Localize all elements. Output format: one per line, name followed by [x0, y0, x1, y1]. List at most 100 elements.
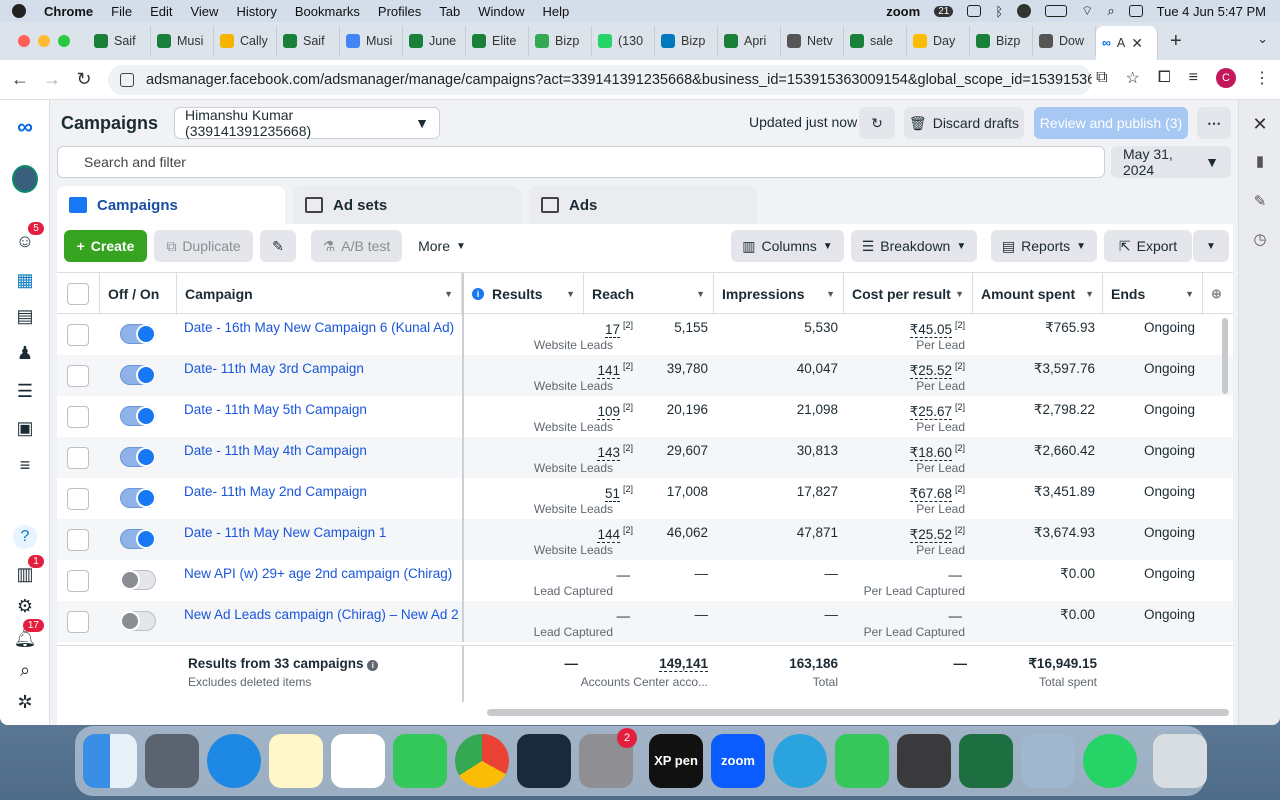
browser-tab[interactable]: sale — [844, 26, 907, 56]
results-number[interactable]: 141 — [597, 362, 620, 379]
horizontal-scrollbar[interactable] — [487, 709, 1229, 716]
finder-icon[interactable] — [83, 734, 137, 788]
browser-tab[interactable]: Day — [907, 26, 970, 56]
info-icon[interactable]: i — [367, 660, 379, 671]
header-add-column[interactable]: ⊕ — [1203, 273, 1233, 315]
header-amount-spent[interactable]: Amount spent ▼ — [973, 273, 1103, 315]
sort-icon[interactable]: ▼ — [1085, 289, 1094, 299]
results-number[interactable]: — — [617, 568, 631, 583]
launchpad-icon[interactable] — [145, 734, 199, 788]
account-avatar[interactable] — [12, 165, 38, 193]
date-range-picker[interactable]: May 31, 2024 ▼ — [1111, 146, 1231, 178]
nav-audiences-icon[interactable]: ♟ — [12, 340, 38, 366]
menu-view[interactable]: View — [190, 4, 218, 19]
menu-tab[interactable]: Tab — [439, 4, 460, 19]
row-checkbox[interactable] — [67, 611, 89, 633]
xppen-status-icon[interactable] — [967, 5, 982, 17]
nav-inbox-icon[interactable]: ▥ 1 — [12, 555, 44, 587]
table-row[interactable]: Date- 11th May 3rd Campaign 141 [2] Websi… — [57, 355, 1233, 396]
campaign-name-link[interactable]: New Ad Leads campaign (Chirag) – New Ad … — [184, 607, 459, 622]
new-tab-button[interactable]: + — [1170, 30, 1182, 53]
table-row[interactable]: Date - 16th May New Campaign 6 (Kunal Ad… — [57, 314, 1233, 355]
bluetooth-icon[interactable]: ᛒ — [995, 4, 1003, 19]
browser-tab[interactable]: Bizp — [655, 26, 718, 56]
table-row[interactable]: Date- 11th May 2nd Campaign 51 [2] Websit… — [57, 478, 1233, 519]
control-center-icon[interactable] — [1128, 5, 1143, 17]
cpr-number[interactable]: ₹18.60 — [909, 444, 952, 461]
nav-bug-report-icon[interactable]: ✲ — [12, 689, 38, 715]
whatsapp-icon[interactable] — [1083, 734, 1137, 788]
columns-dropdown[interactable]: ▥ Columns ▼ — [731, 230, 844, 262]
header-cost-per-result[interactable]: Cost per result ▼ — [844, 273, 973, 315]
chrome-icon[interactable] — [455, 734, 509, 788]
sort-icon[interactable]: ▼ — [826, 289, 835, 299]
browser-tab[interactable]: Apri — [718, 26, 781, 56]
more-options-button[interactable]: ⋯ — [1197, 107, 1231, 139]
browser-tab[interactable]: Elite — [466, 26, 529, 56]
duplicate-button[interactable]: ⧉ Duplicate — [154, 230, 253, 262]
close-window-button[interactable] — [18, 35, 30, 47]
calculator-icon[interactable] — [897, 734, 951, 788]
results-number[interactable]: 144 — [597, 526, 620, 543]
media-controls-icon[interactable]: ≡ — [1189, 69, 1198, 87]
campaign-toggle[interactable] — [120, 324, 156, 344]
header-ends[interactable]: Ends ▼ — [1103, 273, 1203, 315]
reminders-icon[interactable] — [331, 734, 385, 788]
close-panel-icon[interactable]: ✕ — [1251, 114, 1269, 134]
browser-tab[interactable]: Saif — [88, 26, 151, 56]
wifi-icon[interactable]: ⌔ — [1081, 3, 1093, 19]
menu-edit[interactable]: Edit — [150, 4, 172, 19]
menu-window[interactable]: Window — [478, 4, 524, 19]
header-impressions[interactable]: Impressions ▼ — [714, 273, 844, 315]
table-row[interactable]: Date - 11th May New Campaign 1 144 [2] We… — [57, 519, 1233, 560]
chart-icon[interactable]: ▮ — [1251, 152, 1269, 170]
cpr-number[interactable]: — — [949, 609, 963, 624]
numbers-icon[interactable] — [835, 734, 889, 788]
browser-tab[interactable]: June — [403, 26, 466, 56]
breakdown-dropdown[interactable]: ☰ Breakdown ▼ — [851, 230, 977, 262]
row-checkbox[interactable] — [67, 447, 89, 469]
refresh-button[interactable]: ↻ — [859, 107, 895, 139]
back-button[interactable]: ← — [4, 69, 36, 90]
zoom-app-icon[interactable]: zoom — [711, 734, 765, 788]
maximize-window-button[interactable] — [58, 35, 70, 47]
browser-tab[interactable]: Bizp — [970, 26, 1033, 56]
sort-icon[interactable]: ▼ — [444, 289, 453, 299]
cpr-number[interactable]: ₹25.67 — [909, 403, 952, 420]
campaign-toggle[interactable] — [120, 570, 156, 590]
cpr-number[interactable]: ₹45.05 — [909, 321, 952, 338]
nav-search-icon[interactable]: ⌕ — [12, 657, 38, 683]
history-clock-icon[interactable]: ◷ — [1251, 230, 1269, 248]
telegram-icon[interactable] — [773, 734, 827, 788]
results-number[interactable]: 143 — [597, 444, 620, 461]
cpr-number[interactable]: ₹67.68 — [909, 485, 952, 502]
browser-tab-active[interactable]: ∞ A ✕ — [1096, 26, 1158, 60]
browser-tab[interactable]: Musi — [340, 26, 403, 56]
campaign-toggle[interactable] — [120, 611, 156, 631]
cpr-number[interactable]: ₹25.52 — [909, 362, 952, 379]
play-icon[interactable] — [1017, 4, 1032, 18]
meta-logo-icon[interactable]: ∞ — [12, 114, 38, 140]
nav-settings-gear-icon[interactable]: ⚙ — [12, 593, 38, 619]
minimize-window-button[interactable] — [38, 35, 50, 47]
sort-icon[interactable]: ▼ — [696, 289, 705, 299]
sort-icon[interactable]: ▼ — [566, 289, 575, 299]
browser-tab[interactable]: (130 — [592, 26, 655, 56]
results-number[interactable]: — — [617, 609, 631, 624]
vertical-scrollbar[interactable] — [1222, 318, 1228, 394]
tab-adsets[interactable]: Ad sets — [293, 186, 521, 224]
menu-help[interactable]: Help — [543, 4, 570, 19]
campaign-name-link[interactable]: New API (w) 29+ age 2nd campaign (Chirag… — [184, 566, 452, 581]
menu-history[interactable]: History — [236, 4, 276, 19]
facetime-icon[interactable] — [393, 734, 447, 788]
account-selector[interactable]: Himanshu Kumar (339141391235668) ▼ — [174, 107, 441, 139]
export-button[interactable]: ⇱ Export — [1104, 230, 1192, 262]
edit-pencil-icon[interactable]: ✎ — [1251, 192, 1269, 210]
nav-campaigns-icon[interactable]: ▦ — [12, 267, 38, 293]
menu-profiles[interactable]: Profiles — [378, 4, 421, 19]
zoom-status[interactable]: zoom — [886, 4, 920, 19]
create-button[interactable]: + Create — [64, 230, 147, 262]
sort-icon[interactable]: ▼ — [1185, 289, 1194, 299]
campaign-name-link[interactable]: Date - 11th May 4th Campaign — [184, 443, 367, 458]
campaign-toggle[interactable] — [120, 365, 156, 385]
